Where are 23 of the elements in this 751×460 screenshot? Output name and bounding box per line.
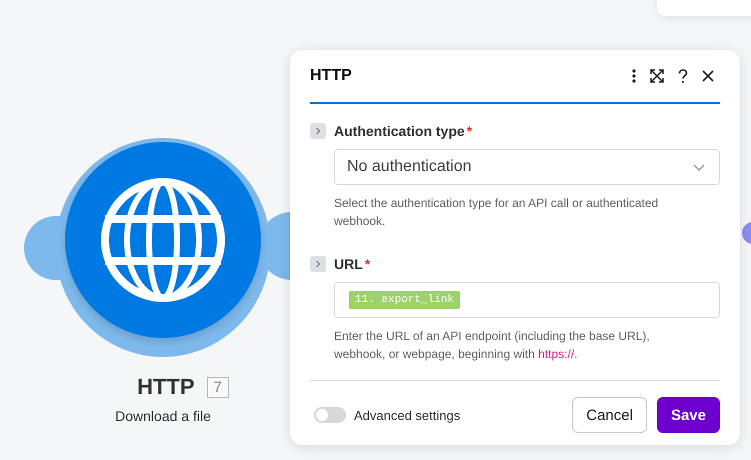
help-text: Enter the URL of an API endpoint (including the base URL), webhook, or webpage, beginning with https://. — [334, 328, 651, 363]
chevron-icon — [314, 260, 322, 268]
more-options-icon[interactable] — [632, 69, 636, 83]
cancel-button[interactable]: Cancel — [572, 397, 647, 433]
globe-icon — [101, 178, 225, 302]
field-label: Authentication type* — [334, 123, 472, 139]
module-number: 7 — [206, 376, 229, 398]
close-icon[interactable] — [702, 70, 714, 82]
chevron-icon — [314, 127, 322, 135]
module-subtitle: Download a file — [115, 408, 211, 424]
dialog-title: HTTP — [310, 67, 352, 85]
help-text: Select the authentication type for an API call or authenticated webhook. — [334, 195, 660, 230]
expand-button[interactable] — [310, 256, 326, 272]
toggle-switch[interactable] — [314, 407, 346, 423]
dropdown-icon — [693, 164, 705, 170]
expand-button[interactable] — [310, 123, 326, 139]
help-icon[interactable] — [678, 68, 688, 84]
toggle-label: Advanced settings — [354, 408, 460, 422]
save-button[interactable]: Save — [656, 397, 720, 433]
module-title: HTTP — [137, 374, 195, 400]
expand-icon[interactable] — [650, 69, 664, 83]
select-field[interactable]: No authentication — [334, 149, 720, 185]
field-label: URL* — [334, 256, 370, 272]
